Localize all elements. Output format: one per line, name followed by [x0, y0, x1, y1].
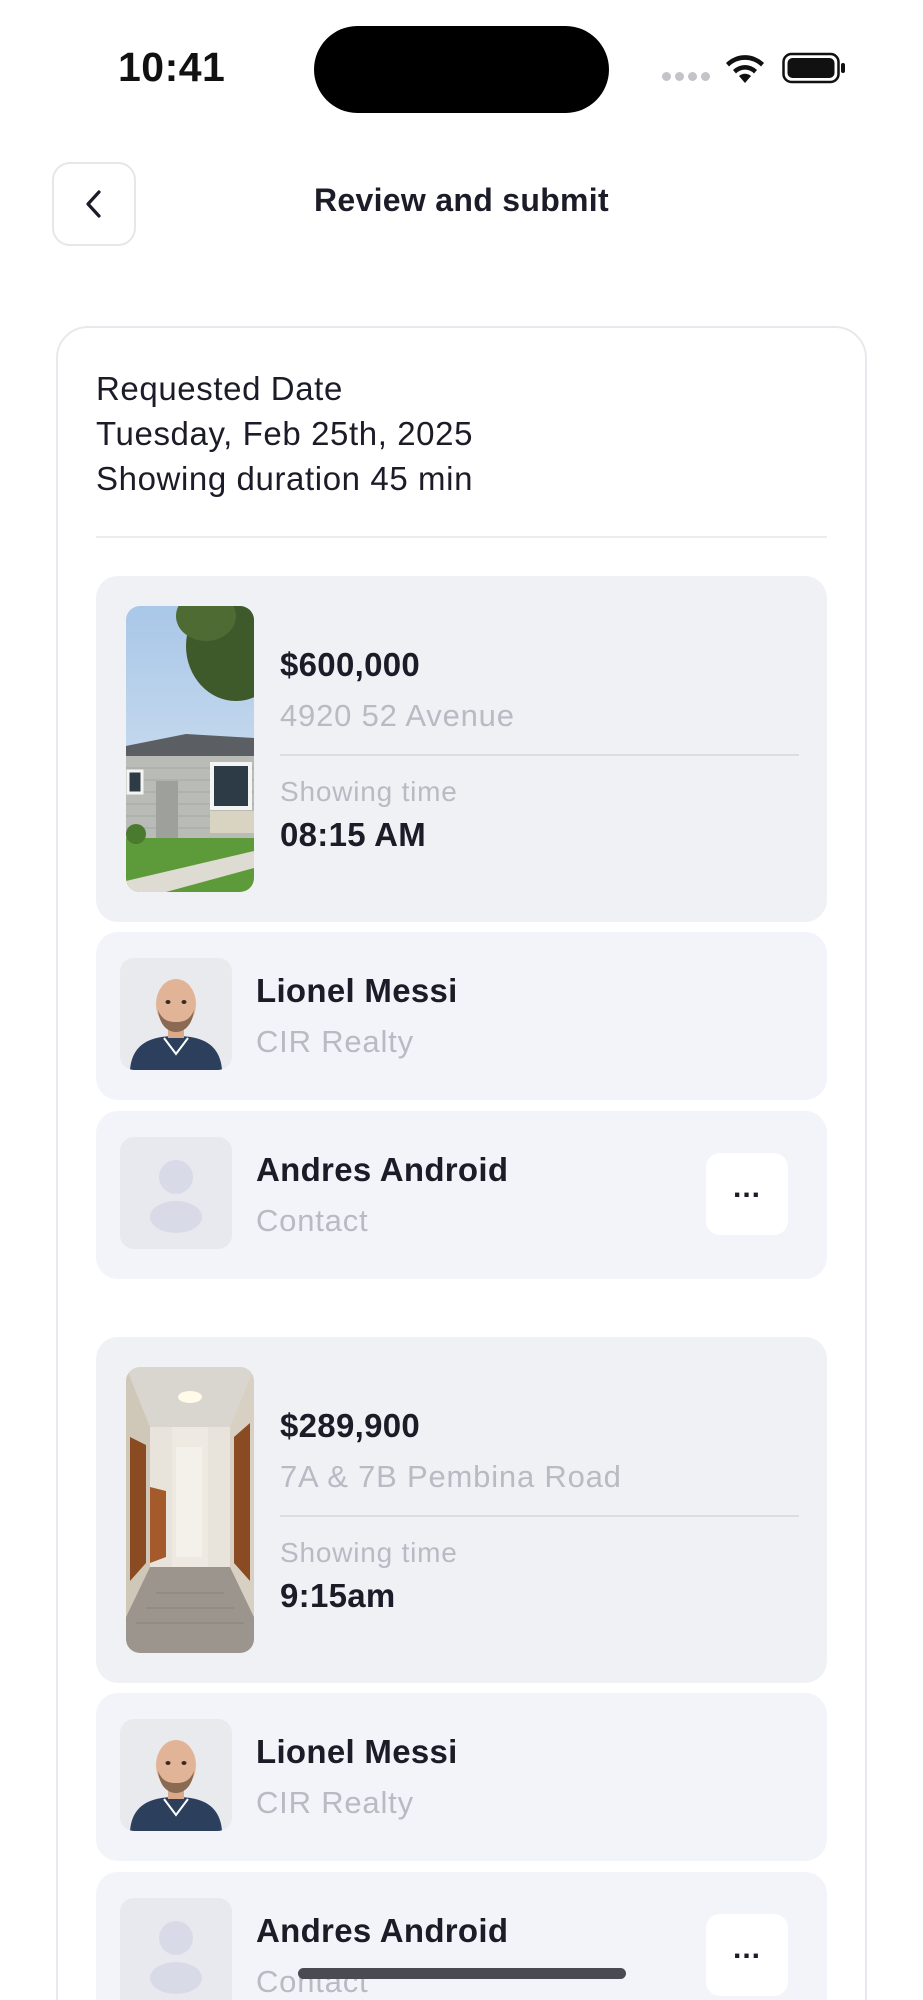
showing-time-value: 9:15am: [280, 1577, 396, 1614]
contact-name: Andres Android: [256, 1151, 509, 1188]
agent-name: Lionel Messi: [256, 1733, 458, 1770]
property-price: $289,900: [280, 1407, 421, 1444]
agent-card[interactable]: Lionel Messi CIR Realty: [96, 932, 827, 1100]
contact-name: Andres Android: [256, 1912, 509, 1949]
status-bar: 10:41: [0, 0, 923, 140]
battery-icon: [782, 52, 845, 84]
user-placeholder-icon: [120, 1898, 232, 2000]
property-photo-hallway: [126, 1367, 254, 1653]
more-options-button[interactable]: ...: [706, 1914, 788, 1996]
status-time: 10:41: [118, 44, 226, 90]
property-card[interactable]: $289,900 7A & 7B Pembina Road Showing ti…: [96, 1337, 827, 1683]
cellular-signal-icon: [662, 72, 710, 84]
dynamic-island: [314, 26, 609, 113]
property-photo-house: [126, 606, 254, 892]
property-card[interactable]: $600,000 4920 52 Avenue Showing time 08:…: [96, 576, 827, 922]
agent-name: Lionel Messi: [256, 972, 458, 1009]
divider: [96, 536, 827, 538]
requested-date-label: Requested Date: [96, 370, 343, 407]
contact-card[interactable]: Andres Android Contact ...: [96, 1111, 827, 1279]
property-address: 7A & 7B Pembina Road: [280, 1459, 622, 1494]
divider: [280, 1515, 799, 1517]
agent-avatar: [120, 958, 232, 1070]
contact-role: Contact: [256, 1203, 369, 1238]
more-options-button[interactable]: ...: [706, 1153, 788, 1235]
requested-date-block: Requested Date Tuesday, Feb 25th, 2025 S…: [96, 366, 473, 501]
showing-time-label: Showing time: [280, 1537, 458, 1568]
page-title: Review and submit: [314, 182, 609, 218]
property-price: $600,000: [280, 646, 421, 683]
showing-duration: Showing duration 45 min: [96, 460, 474, 497]
requested-date-value: Tuesday, Feb 25th, 2025: [96, 415, 474, 452]
divider: [280, 754, 799, 756]
showing-time-value: 08:15 AM: [280, 816, 427, 853]
property-address: 4920 52 Avenue: [280, 698, 515, 733]
agent-avatar: [120, 1719, 232, 1831]
agent-card[interactable]: Lionel Messi CIR Realty: [96, 1693, 827, 1861]
user-placeholder-icon: [120, 1137, 232, 1249]
agent-company: CIR Realty: [256, 1785, 414, 1820]
showing-time-label: Showing time: [280, 776, 458, 807]
agent-company: CIR Realty: [256, 1024, 414, 1059]
wifi-icon: [726, 55, 764, 83]
contact-card[interactable]: Andres Android Contact ...: [96, 1872, 827, 2000]
home-indicator: [298, 1968, 626, 1979]
